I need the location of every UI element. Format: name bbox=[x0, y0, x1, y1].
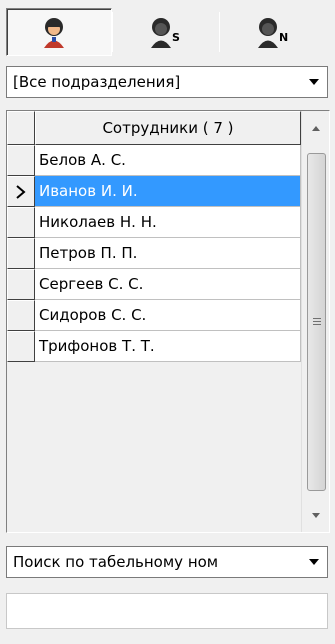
employee-name-cell[interactable]: Сидоров С. С. bbox=[35, 300, 301, 331]
table-row[interactable]: Белов А. С. bbox=[7, 145, 301, 176]
employee-name-cell[interactable]: Иванов И. И. bbox=[35, 176, 301, 207]
table-row-selected[interactable]: Иванов И. И. bbox=[7, 176, 301, 207]
employee-s-icon: S bbox=[146, 15, 186, 49]
employees-grid-body: Сотрудники ( 7 ) Белов А. С. Иванов И. И… bbox=[7, 111, 301, 532]
table-row[interactable]: Сергеев С. С. bbox=[7, 269, 301, 300]
chevron-down-icon[interactable] bbox=[301, 547, 327, 577]
department-dropdown[interactable]: [Все подразделения] bbox=[6, 66, 328, 98]
row-indicator bbox=[7, 176, 35, 207]
indicator-column-header bbox=[7, 111, 35, 145]
subscript-n: N bbox=[279, 31, 289, 44]
search-mode-value: Поиск по табельному ном bbox=[13, 553, 219, 571]
scroll-down-button[interactable] bbox=[302, 498, 330, 532]
vertical-scrollbar[interactable] bbox=[301, 111, 329, 532]
employees-grid[interactable]: Сотрудники ( 7 ) Белов А. С. Иванов И. И… bbox=[6, 110, 330, 533]
row-indicator bbox=[7, 300, 35, 331]
employee-view-button[interactable] bbox=[6, 8, 112, 56]
search-mode-dropdown[interactable]: Поиск по табельному ном bbox=[6, 546, 328, 578]
employee-n-icon: N bbox=[253, 15, 293, 49]
grip-line bbox=[313, 321, 321, 322]
table-row[interactable]: Николаев Н. Н. bbox=[7, 207, 301, 238]
employee-name-cell[interactable]: Петров П. П. bbox=[35, 238, 301, 269]
employee-s-view-button[interactable]: S bbox=[113, 8, 219, 56]
employee-icon bbox=[44, 18, 64, 48]
employees-column-header[interactable]: Сотрудники ( 7 ) bbox=[35, 111, 301, 145]
scrollbar-thumb[interactable] bbox=[307, 153, 326, 491]
row-indicator bbox=[7, 238, 35, 269]
current-row-pointer-icon bbox=[16, 184, 26, 199]
view-toolbar: S N bbox=[6, 8, 326, 56]
row-indicator bbox=[7, 145, 35, 176]
row-indicator bbox=[7, 207, 35, 238]
row-indicator bbox=[7, 331, 35, 362]
table-row[interactable]: Сидоров С. С. bbox=[7, 300, 301, 331]
employee-name-cell[interactable]: Трифонов Т. Т. bbox=[35, 331, 301, 362]
department-dropdown-value: [Все подразделения] bbox=[13, 73, 181, 91]
arrow-down-icon bbox=[312, 512, 320, 518]
table-row[interactable]: Петров П. П. bbox=[7, 238, 301, 269]
row-indicator bbox=[7, 269, 35, 300]
employee-name-cell[interactable]: Сергеев С. С. bbox=[35, 269, 301, 300]
employee-name-cell[interactable]: Белов А. С. bbox=[35, 145, 301, 176]
scroll-up-button[interactable] bbox=[302, 111, 330, 145]
table-row[interactable]: Трифонов Т. Т. bbox=[7, 331, 301, 362]
grip-line bbox=[313, 318, 321, 319]
chevron-down-icon[interactable] bbox=[301, 67, 327, 97]
subscript-s: S bbox=[172, 31, 180, 44]
arrow-up-icon bbox=[312, 125, 320, 131]
employee-name-cell[interactable]: Николаев Н. Н. bbox=[35, 207, 301, 238]
search-input[interactable] bbox=[6, 593, 328, 629]
employee-n-view-button[interactable]: N bbox=[220, 8, 326, 56]
grip-line bbox=[313, 324, 321, 325]
